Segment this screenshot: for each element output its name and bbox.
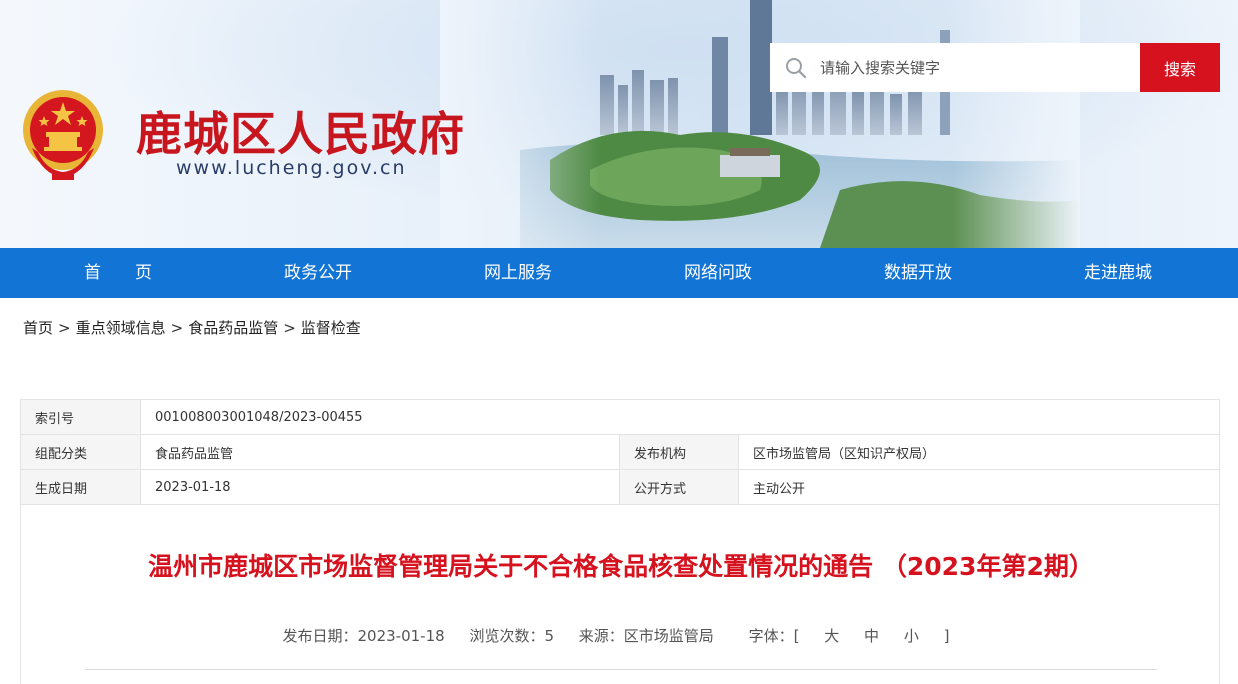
- table-row: 索引号 001008003001048/2023-00455: [20, 399, 1220, 435]
- info-table: 索引号 001008003001048/2023-00455 组配分类 食品药品…: [20, 399, 1220, 505]
- article-source: 来源：区市场监管局: [578, 627, 714, 645]
- font-small-link[interactable]: 小: [904, 627, 919, 645]
- nav-item-home[interactable]: 首 页: [84, 248, 152, 298]
- breadcrumb-item-inspection[interactable]: 监督检查: [301, 319, 361, 337]
- category-label: 组配分类: [20, 434, 141, 470]
- search-input[interactable]: [820, 58, 1120, 77]
- search-icon: [786, 57, 807, 78]
- main-nav: 首 页 政务公开 网上服务 网络问政 数据开放 走进鹿城: [0, 248, 1238, 298]
- view-count: 浏览次数：5: [469, 627, 555, 645]
- divider: [85, 669, 1157, 670]
- nav-item-about-lucheng[interactable]: 走进鹿城: [1084, 248, 1152, 298]
- font-large-link[interactable]: 大: [824, 627, 839, 645]
- city-skyline-image: [440, 0, 1080, 248]
- date-value: 2023-01-18: [140, 469, 620, 505]
- date-label: 生成日期: [20, 469, 141, 505]
- font-size-label: 字体：[: [748, 627, 800, 645]
- article-title: 温州市鹿城区市场监督管理局关于不合格食品核查处置情况的通告 （2023年第2期）: [148, 552, 1094, 581]
- national-emblem-icon: [23, 90, 103, 180]
- nav-item-online-services[interactable]: 网上服务: [484, 248, 552, 298]
- category-value: 食品药品监管: [140, 434, 620, 470]
- article-meta: 发布日期：2023-01-18 浏览次数：5 来源：区市场监管局 字体：[ 大 …: [21, 625, 1221, 646]
- publish-date: 发布日期：2023-01-18: [282, 627, 445, 645]
- breadcrumb-separator: >: [170, 319, 184, 337]
- nav-item-open-data[interactable]: 数据开放: [884, 248, 952, 298]
- breadcrumb: 首页 > 重点领域信息 > 食品药品监管 > 监督检查: [23, 317, 361, 338]
- font-size-control: 字体：[ 大 中 小 ]: [739, 627, 960, 645]
- breadcrumb-item-food-drug[interactable]: 食品药品监管: [188, 319, 278, 337]
- mode-label: 公开方式: [619, 469, 739, 505]
- font-medium-link[interactable]: 中: [864, 627, 879, 645]
- font-size-close: ]: [943, 627, 950, 645]
- search-button[interactable]: 搜索: [1140, 43, 1220, 92]
- search-box: [770, 43, 1140, 92]
- table-row: 组配分类 食品药品监管 发布机构 区市场监管局（区知识产权局）: [20, 434, 1220, 470]
- mode-value: 主动公开: [738, 469, 1220, 505]
- table-row: 生成日期 2023-01-18 公开方式 主动公开: [20, 469, 1220, 505]
- org-label: 发布机构: [619, 434, 739, 470]
- nav-item-online-inquiry[interactable]: 网络问政: [684, 248, 752, 298]
- article: 温州市鹿城区市场监督管理局关于不合格食品核查处置情况的通告 （2023年第2期）…: [20, 505, 1220, 684]
- site-title: 鹿城区人民政府: [136, 107, 465, 161]
- breadcrumb-item-home[interactable]: 首页: [23, 319, 53, 337]
- breadcrumb-separator: >: [58, 319, 71, 337]
- org-value: 区市场监管局（区知识产权局）: [738, 434, 1220, 470]
- index-value: 001008003001048/2023-00455: [140, 399, 1220, 435]
- site-url: www.lucheng.gov.cn: [176, 157, 407, 179]
- site-header: 鹿城区人民政府 www.lucheng.gov.cn 搜索: [0, 0, 1238, 248]
- breadcrumb-separator: >: [283, 319, 296, 337]
- breadcrumb-item-key-areas[interactable]: 重点领域信息: [76, 319, 166, 337]
- nav-item-government-affairs[interactable]: 政务公开: [284, 248, 352, 298]
- index-label: 索引号: [20, 399, 141, 435]
